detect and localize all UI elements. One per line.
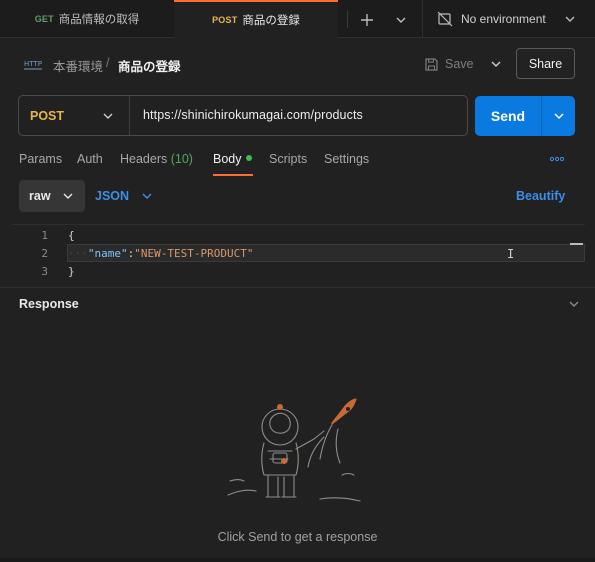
tab-settings[interactable]: Settings [324, 152, 369, 166]
tab-auth[interactable]: Auth [77, 152, 103, 166]
send-button-group: Send [475, 96, 575, 136]
chevron-down-icon [563, 12, 577, 26]
tab-post-product[interactable]: POST 商品の登録 [174, 0, 338, 39]
text-cursor-icon: I [507, 247, 515, 261]
tab-method: POST [212, 15, 238, 25]
line-number: 3 [41, 265, 48, 278]
astronaut-rocket-illustration [220, 395, 380, 516]
chevron-down-icon [141, 190, 153, 202]
body-status-dot [245, 155, 252, 161]
active-tab-indicator [213, 174, 253, 176]
share-button[interactable]: Share [516, 48, 575, 79]
json-key: "name" [87, 247, 128, 260]
body-format-value: JSON [95, 189, 130, 203]
tab-get-product[interactable]: GET 商品情報の取得 [0, 0, 174, 38]
tab-scripts[interactable]: Scripts [269, 152, 307, 166]
environment-label: No environment [461, 12, 546, 26]
tab-label: 商品情報の取得 [58, 14, 140, 26]
empty-response-message: Click Send to get a response [217, 530, 378, 544]
collapse-chevron-down-icon[interactable] [567, 297, 581, 314]
code-line: } [68, 265, 75, 278]
code-editor[interactable]: 1 2 3 { ···"name":"NEW-TEST-PRODUCT" } I [12, 224, 585, 282]
body-mode-select[interactable]: raw [19, 180, 85, 212]
response-title[interactable]: Response [19, 297, 79, 311]
save-button[interactable]: Save [424, 52, 474, 76]
line-number: 2 [41, 247, 48, 260]
svg-text:HTTP: HTTP [24, 60, 42, 68]
tab-body[interactable]: Body [213, 152, 252, 166]
json-value: "NEW-TEST-PRODUCT" [134, 247, 254, 260]
tab-headers[interactable]: Headers (10) [120, 152, 193, 166]
tab-label: 商品の登録 [242, 15, 300, 27]
tab-bar: GET 商品情報の取得 POST 商品の登録 No environment [0, 0, 595, 39]
tab-headers-label: Headers [120, 152, 168, 166]
more-options-icon[interactable] [549, 154, 565, 167]
code-line: ···"name":"NEW-TEST-PRODUCT" [68, 247, 254, 260]
request-url-bar: POST https://shinichirokumagai.com/produ… [18, 95, 468, 136]
tab-body-label: Body [213, 152, 242, 166]
code-line: { [68, 229, 75, 242]
tabs-dropdown-chevron-down-icon[interactable] [394, 13, 408, 27]
url-input[interactable]: https://shinichirokumagai.com/products [143, 108, 363, 122]
status-bar [0, 558, 595, 562]
method-value: POST [30, 108, 65, 123]
save-label: Save [445, 57, 474, 71]
tab-divider [347, 10, 348, 28]
editor-scrollbar[interactable] [570, 243, 583, 245]
environment-selector[interactable]: No environment [422, 0, 595, 38]
save-icon [424, 57, 439, 72]
tab-params[interactable]: Params [19, 152, 62, 166]
breadcrumb-separator: / [106, 56, 110, 70]
method-select[interactable]: POST [19, 96, 130, 135]
line-number: 1 [41, 229, 48, 242]
http-icon: HTTP [23, 57, 43, 74]
divider [0, 287, 595, 288]
send-button[interactable]: Send [475, 96, 542, 136]
send-options-chevron-down-icon[interactable] [542, 96, 575, 136]
headers-count-badge: (10) [170, 152, 193, 166]
body-format-select[interactable]: JSON [95, 189, 153, 203]
tab-method: GET [34, 14, 54, 24]
breadcrumb-parent[interactable]: 本番環境 [53, 56, 103, 75]
chevron-down-icon [101, 109, 115, 123]
new-tab-plus-icon[interactable] [358, 11, 376, 29]
chevron-down-icon [61, 189, 75, 203]
body-mode-value: raw [29, 189, 51, 203]
page-title[interactable]: 商品の登録 [118, 56, 181, 75]
no-environment-icon [437, 11, 453, 27]
save-options-chevron-down-icon[interactable] [485, 52, 507, 76]
beautify-button[interactable]: Beautify [516, 189, 565, 203]
